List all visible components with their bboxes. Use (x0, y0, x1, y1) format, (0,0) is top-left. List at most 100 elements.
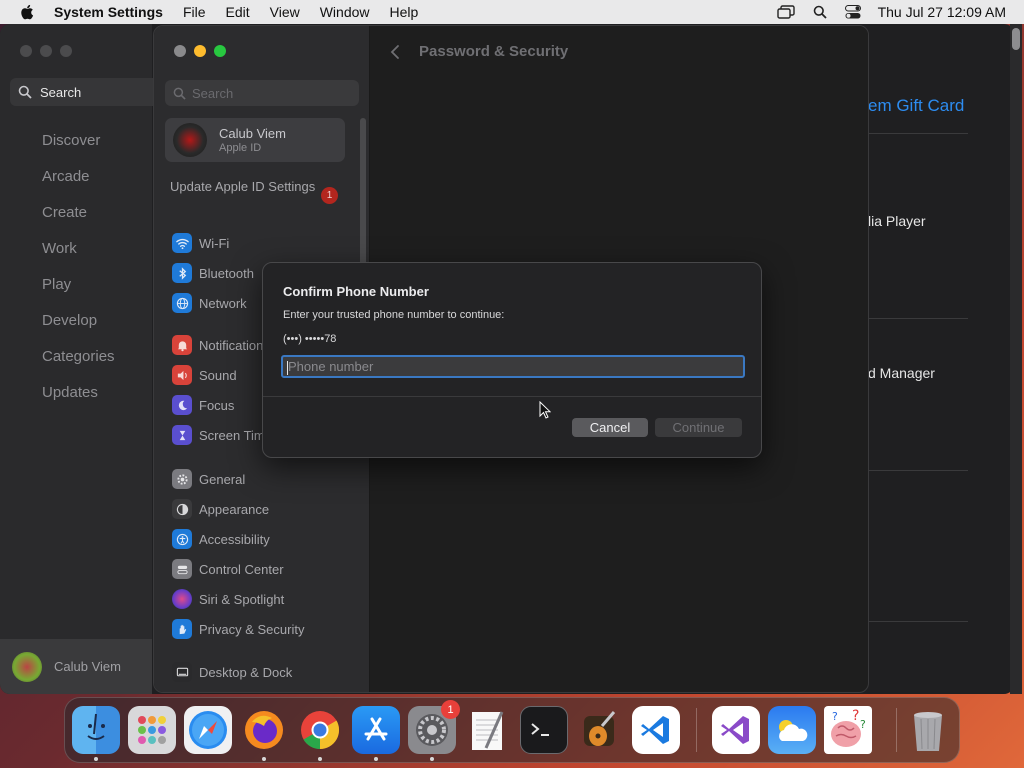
update-apple-id-settings[interactable]: Update Apple ID Settings (170, 179, 340, 195)
apple-menu-icon[interactable] (18, 3, 36, 21)
accessibility-icon (172, 529, 192, 549)
menu-window[interactable]: Window (320, 4, 370, 20)
desktop-icon (172, 662, 192, 682)
close-button[interactable] (20, 45, 32, 57)
text-caret (287, 361, 288, 375)
appearance-icon (172, 499, 192, 519)
page-title: Password & Security (419, 43, 569, 60)
sidebar-item-accessibility[interactable]: Accessibility (172, 528, 270, 550)
terminal-icon[interactable] (520, 706, 568, 754)
app-store-icon[interactable] (352, 706, 400, 754)
chrome-icon[interactable] (296, 706, 344, 754)
hourglass-icon (172, 425, 192, 445)
minimize-button[interactable] (194, 45, 206, 57)
svg-text:?: ? (860, 718, 866, 731)
app-store-nav: Discover Arcade Create Work Play Develop… (42, 131, 115, 419)
sidebar-item-general[interactable]: General (172, 468, 245, 490)
sidebar-item-sound[interactable]: Sound (172, 364, 237, 386)
speaker-icon (172, 365, 192, 385)
sidebar-item-appearance[interactable]: Appearance (172, 498, 269, 520)
nav-updates[interactable]: Updates (42, 383, 115, 419)
settings-search-placeholder: Search (192, 85, 234, 101)
continue-button[interactable]: Continue (655, 418, 742, 437)
sidebar-item-label: Accessibility (199, 531, 270, 547)
sidebar-item-label: Privacy & Security (199, 621, 305, 637)
menu-edit[interactable]: Edit (226, 4, 250, 20)
spotlight-search-icon[interactable] (813, 5, 827, 19)
nav-categories[interactable]: Categories (42, 347, 115, 383)
menu-clock[interactable]: Thu Jul 27 12:09 AM (878, 4, 1006, 20)
sidebar-item-desktop-dock[interactable]: Desktop & Dock (172, 661, 292, 683)
sidebar-item-notifications[interactable]: Notifications (172, 334, 270, 356)
app-store-scrollbar-track[interactable] (1010, 24, 1022, 694)
textedit-icon[interactable] (464, 706, 512, 754)
phone-number-input[interactable] (281, 355, 745, 378)
gift-card-link[interactable]: em Gift Card (868, 96, 964, 116)
app-store-window-controls (20, 45, 72, 57)
avatar (173, 123, 207, 157)
svg-text:?: ? (852, 708, 859, 724)
media-player-label[interactable]: lia Player (868, 213, 926, 229)
nav-create[interactable]: Create (42, 203, 115, 239)
manager-label[interactable]: d Manager (868, 365, 935, 381)
divider (868, 470, 968, 471)
sidebar-item-focus[interactable]: Focus (172, 394, 234, 416)
sidebar-item-privacy-security[interactable]: Privacy & Security (172, 618, 304, 640)
zoom-button[interactable] (60, 45, 72, 57)
zoom-button[interactable] (214, 45, 226, 57)
nav-work[interactable]: Work (42, 239, 115, 275)
menu-file[interactable]: File (183, 4, 206, 20)
finder-icon[interactable] (72, 706, 120, 754)
safari-icon[interactable] (184, 706, 232, 754)
app-store-search-label: Search (40, 84, 82, 100)
cancel-button[interactable]: Cancel (572, 418, 648, 437)
sidebar-item-label: Bluetooth (199, 265, 254, 281)
trash-icon[interactable] (904, 706, 952, 754)
apple-id-account[interactable]: Calub Viem Apple ID (165, 118, 345, 162)
app-store-user-name: Calub Viem (54, 659, 121, 674)
dock-separator (696, 708, 697, 752)
brain-test-icon[interactable]: ??? (824, 706, 872, 754)
menu-view[interactable]: View (270, 4, 300, 20)
control-center-icon[interactable] (844, 5, 861, 19)
sidebar-item-label: Appearance (199, 501, 270, 517)
confirm-phone-dialog: Confirm Phone Number Enter your trusted … (262, 262, 762, 458)
firefox-icon[interactable] (240, 706, 288, 754)
weather-icon[interactable] (768, 706, 816, 754)
divider (868, 318, 968, 319)
avatar (12, 651, 42, 682)
sidebar-item-wifi[interactable]: Wi-Fi (172, 232, 229, 254)
nav-play[interactable]: Play (42, 275, 115, 311)
nav-discover[interactable]: Discover (42, 131, 115, 167)
sidebar-item-bluetooth[interactable]: Bluetooth (172, 262, 254, 284)
settings-search[interactable]: Search (165, 80, 359, 106)
back-chevron-icon[interactable] (390, 44, 400, 60)
launchpad-icon[interactable] (128, 706, 176, 754)
mouse-pointer-icon (539, 400, 552, 424)
sidebar-item-siri-spotlight[interactable]: Siri & Spotlight (172, 588, 284, 610)
settings-sidebar-scrollbar[interactable] (360, 118, 366, 268)
wifi-icon (172, 233, 192, 253)
sidebar-item-label: Control Center (199, 561, 284, 577)
close-button[interactable] (174, 45, 186, 57)
vscode-icon[interactable] (632, 706, 680, 754)
sidebar-item-label: Network (199, 295, 247, 311)
garageband-icon[interactable] (576, 706, 624, 754)
visual-studio-icon[interactable] (712, 706, 760, 754)
menu-app-name[interactable]: System Settings (54, 4, 163, 20)
app-store-scrollbar-thumb[interactable] (1012, 28, 1020, 50)
sidebar-item-screen-time[interactable]: Screen Time (172, 424, 272, 446)
search-icon (18, 85, 32, 99)
screen-mirroring-icon[interactable] (776, 5, 795, 19)
running-indicator (262, 757, 266, 761)
nav-develop[interactable]: Develop (42, 311, 115, 347)
sidebar-item-control-center[interactable]: Control Center (172, 558, 284, 580)
menu-help[interactable]: Help (390, 4, 419, 20)
app-store-account[interactable]: Calub Viem (0, 639, 152, 694)
sidebar-item-label: Notifications (199, 337, 270, 353)
minimize-button[interactable] (40, 45, 52, 57)
dialog-title: Confirm Phone Number (283, 284, 429, 299)
sidebar-item-network[interactable]: Network (172, 292, 247, 314)
nav-arcade[interactable]: Arcade (42, 167, 115, 203)
app-store-search[interactable]: Search (10, 78, 160, 106)
